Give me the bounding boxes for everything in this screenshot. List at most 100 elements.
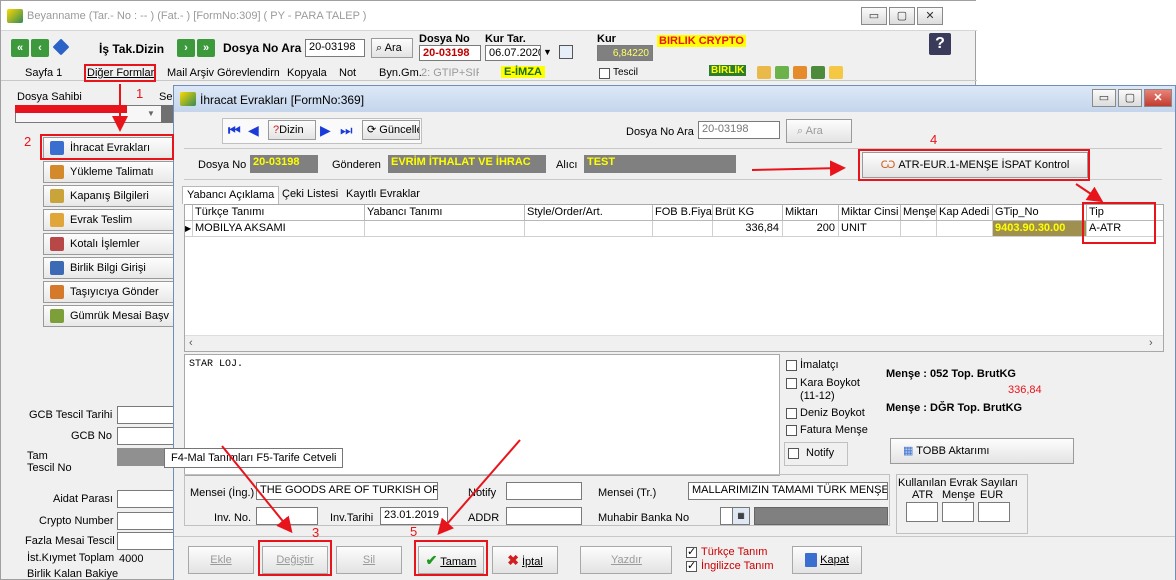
gcb-tescil-tarihi-field[interactable] (117, 406, 175, 424)
tab-gorevlendirme[interactable]: Görevlendirme (217, 67, 279, 79)
grid-header-gtip-no[interactable]: GTip_No (993, 205, 1087, 221)
addr-field[interactable] (506, 507, 582, 525)
table-cell-brut-kg[interactable]: 336,84 (713, 221, 783, 237)
yukleme-talimati-button[interactable]: Yükleme Talimatı (43, 161, 175, 183)
table-cell-tip[interactable]: A-ATR (1087, 221, 1163, 237)
ekle-button[interactable]: Ekle (188, 546, 254, 574)
tab-ceki-listesi[interactable]: Çeki Listesi (278, 186, 342, 204)
ingilizce-tanim-checkbox[interactable] (686, 559, 697, 572)
sil-button[interactable]: Sil (336, 546, 402, 574)
dialog-maximize-button[interactable]: ▢ (1118, 89, 1142, 107)
table-cell-miktari[interactable]: 200 (783, 221, 839, 237)
table-cell-kap-adedi[interactable] (937, 221, 993, 237)
yazdir-button[interactable]: Yazdır (580, 546, 672, 574)
grid-header-turkce-tanimi[interactable]: Türkçe Tanımı (193, 205, 365, 221)
dizin-button[interactable]: ?Dizin (268, 120, 316, 140)
mensei-tr-field[interactable]: MALLARIMIZIN TAMAMI TÜRK MENŞELİ (688, 482, 888, 500)
prev-record-icon[interactable]: ‹ (31, 39, 49, 57)
birlik-bilgi-girisi-button[interactable]: Birlik Bilgi Girişi (43, 257, 175, 279)
tab-kopyala[interactable]: Kopyala (287, 67, 327, 79)
tab-e-imza[interactable]: E-İMZA (501, 66, 545, 78)
birlik-button[interactable]: BİRLİK (709, 65, 747, 76)
tab-diger-formlar[interactable]: Diğer Formlar (87, 67, 154, 79)
table-cell-fob[interactable] (653, 221, 713, 237)
grid-header-fob-fiyati[interactable]: FOB B.Fiyatı (653, 205, 713, 221)
guncelle-button[interactable]: ⟳ Güncelle (362, 120, 420, 140)
maximize-button[interactable]: ▢ (889, 7, 915, 25)
dialog-dosya-no-ara-input[interactable]: 20-03198 (698, 121, 780, 139)
dialog-minimize-button[interactable]: ▭ (1092, 89, 1116, 107)
inv-no-field[interactable] (256, 507, 318, 525)
kullanilan-eur-field[interactable] (978, 502, 1010, 522)
ara-button[interactable]: ⌕ Ara (371, 38, 413, 58)
tab-byn-gm[interactable]: Byn.Gm. (379, 67, 422, 79)
kullanilan-mense-field[interactable] (942, 502, 974, 522)
close-button[interactable]: ✕ (917, 7, 943, 25)
tab-yabanci-aciklama[interactable]: Yabancı Açıklama (182, 186, 280, 204)
tasiyiciya-gonder-button[interactable]: Taşıyıcıya Gönder (43, 281, 175, 303)
imalatci-checkbox[interactable] (786, 360, 797, 371)
tobb-aktarimi-button[interactable]: ▦ TOBB Aktarımı (890, 438, 1074, 464)
deniz-boykot-checkbox[interactable] (786, 408, 797, 419)
mensei-ing-field[interactable]: THE GOODS ARE OF TURKISH ORIGIN (256, 482, 438, 500)
tab-gtip-sira[interactable]: 2: GTIP+SIRA (421, 67, 479, 79)
gumruk-mesai-button[interactable]: Gümrük Mesai Başv (43, 305, 175, 327)
evrak-teslim-button[interactable]: Evrak Teslim (43, 209, 175, 231)
next-icon[interactable]: ▶ (320, 122, 331, 139)
iptal-button[interactable]: ✖ İptal (492, 546, 558, 574)
prev-icon[interactable]: ◀ (248, 122, 259, 139)
atr-eur-mense-kontrol-button[interactable]: Ѡ ATR-EUR.1-MENŞE İSPAT Kontrol (862, 152, 1088, 178)
calendar-icon[interactable] (559, 45, 573, 59)
minimize-button[interactable]: ▭ (861, 7, 887, 25)
help-icon[interactable]: ? (929, 33, 951, 55)
next-record-icon[interactable]: › (177, 39, 195, 57)
scroll-left-icon[interactable]: ‹ (189, 337, 193, 349)
kullanilan-atr-field[interactable] (906, 502, 938, 522)
first-record-icon[interactable]: « (11, 39, 29, 57)
tescil-checkbox[interactable] (599, 68, 610, 79)
last-icon[interactable]: ⏭ (340, 122, 353, 139)
fatura-mense-checkbox[interactable] (786, 425, 797, 436)
notify-checkbox[interactable] (788, 448, 799, 459)
degistir-button[interactable]: Değiştir (262, 546, 328, 574)
grid-header-mense[interactable]: Menşe (901, 205, 937, 221)
chevron-down-icon[interactable]: ▼ (147, 109, 155, 118)
aidat-parasi-field[interactable] (117, 490, 175, 508)
grid-header-style-order[interactable]: Style/Order/Art. (525, 205, 653, 221)
is-tak-dizin-label[interactable]: İş Tak.Dizin (99, 42, 164, 56)
orange-folder-icon[interactable] (793, 66, 807, 79)
table-cell-yabanci[interactable] (365, 221, 525, 237)
tab-sayfa-1[interactable]: Sayfa 1 (25, 67, 62, 79)
grid-header-yabanci-tanimi[interactable]: Yabancı Tanımı (365, 205, 525, 221)
kapanis-bilgileri-button[interactable]: Kapanış Bilgileri (43, 185, 175, 207)
tamam-button[interactable]: ✔ Tamam (418, 546, 484, 574)
dropdown-icon[interactable]: ▼ (543, 47, 552, 57)
horizontal-scrollbar[interactable]: ‹ › (185, 335, 1163, 351)
row-indicator-icon[interactable]: ▶ (185, 221, 193, 237)
table-cell-style[interactable] (525, 221, 653, 237)
first-icon[interactable]: ⏮ (228, 122, 241, 139)
green-folder-icon[interactable] (775, 66, 789, 79)
tab-mail-arsiv[interactable]: Mail Arşiv (167, 67, 214, 79)
grid-header-miktar-cinsi[interactable]: Miktar Cinsi (839, 205, 901, 221)
scroll-right-icon[interactable]: › (1149, 337, 1153, 349)
kotali-islemler-button[interactable]: Kotalı İşlemler (43, 233, 175, 255)
notify-field[interactable] (506, 482, 582, 500)
kara-boykot-checkbox[interactable] (786, 378, 797, 389)
table-cell-turkce[interactable]: MOBILYA AKSAMI (193, 221, 365, 237)
table-cell-mense[interactable] (901, 221, 937, 237)
dialog-ara-button[interactable]: ⌕ Ara (786, 119, 852, 143)
kapat-button[interactable]: Kapat (792, 546, 862, 574)
dosya-no-ara-input[interactable]: 20-03198 (305, 39, 365, 57)
last-record-icon[interactable]: » (197, 39, 215, 57)
kur-tar-field[interactable]: 06.07.2020 (485, 45, 541, 61)
ihracat-evraklari-button[interactable]: İhracat Evrakları (43, 137, 175, 159)
table-cell-miktar-cinsi[interactable]: UNIT (839, 221, 901, 237)
grid-header-miktari[interactable]: Miktarı (783, 205, 839, 221)
bank-lookup-icon[interactable]: ▦ (732, 507, 750, 525)
tab-not[interactable]: Not (339, 67, 356, 79)
inv-tarihi-field[interactable]: 23.01.2019 (380, 507, 448, 525)
grid-header-brut-kg[interactable]: Brüt KG (713, 205, 783, 221)
dialog-close-button[interactable]: ✕ (1144, 89, 1172, 107)
fazla-mesai-field[interactable] (117, 532, 175, 550)
